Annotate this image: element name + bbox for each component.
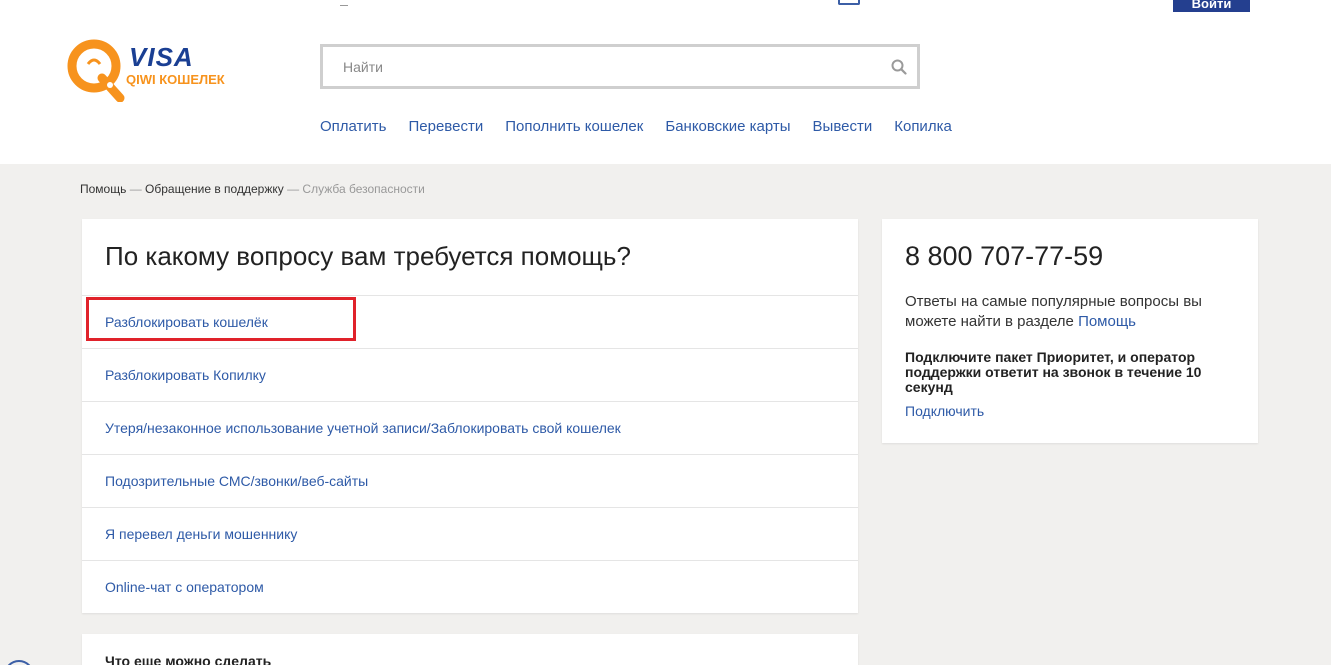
qiwi-visa-logo[interactable]: VISA QIWI КОШЕЛЕК	[66, 38, 266, 102]
breadcrumb: Помощь — Обращение в поддержку — Служба …	[80, 182, 425, 196]
option-unblock-piggy-bank[interactable]: Разблокировать Копилку	[105, 367, 266, 383]
main-nav: Оплатить Перевести Пополнить кошелек Бан…	[320, 118, 974, 135]
priority-text: Подключите пакет Приоритет, и оператор п…	[905, 349, 1202, 395]
search-box[interactable]	[320, 44, 920, 89]
site-header: Войти VISA QIWI КОШЕЛЕК Оплатить Перевес…	[0, 0, 1331, 164]
option-unblock-wallet[interactable]: Разблокировать кошелёк	[105, 314, 268, 330]
qiwi-bird-icon	[67, 39, 125, 102]
breadcrumb-item-help[interactable]: Помощь	[80, 182, 126, 196]
logo-wallet-text: QIWI КОШЕЛЕК	[126, 72, 225, 87]
login-button[interactable]: Войти	[1173, 0, 1250, 12]
wallet-icon[interactable]	[838, 0, 860, 5]
nav-item-bank-cards[interactable]: Банковские карты	[665, 118, 790, 135]
list-item: Утеря/незаконное использование учетной з…	[82, 402, 858, 455]
list-item: Разблокировать кошелёк	[82, 296, 858, 349]
list-item: Подозрительные СМС/звонки/веб-сайты	[82, 455, 858, 508]
topbar-link-fragment[interactable]	[340, 0, 348, 6]
nav-item-pay[interactable]: Оплатить	[320, 118, 387, 135]
contact-card: 8 800 707-77-59 Ответы на самые популярн…	[882, 219, 1258, 443]
list-item: Разблокировать Копилку	[82, 349, 858, 402]
help-topics-card: По какому вопросу вам требуется помощь? …	[82, 219, 858, 613]
nav-item-top-up[interactable]: Пополнить кошелек	[505, 118, 643, 135]
faq-help-link[interactable]: Помощь	[1078, 313, 1136, 330]
more-actions-title: Что еще можно сделать	[105, 653, 272, 665]
nav-item-withdraw[interactable]: Вывести	[813, 118, 873, 135]
page-title: По какому вопросу вам требуется помощь?	[105, 241, 631, 271]
search-input[interactable]	[323, 47, 917, 86]
option-sent-to-fraudster[interactable]: Я перевел деньги мошеннику	[105, 526, 297, 542]
breadcrumb-separator: —	[129, 182, 142, 196]
list-item: Online-чат с оператором	[82, 561, 858, 614]
logo-visa-text: VISA	[129, 42, 194, 72]
breadcrumb-separator: —	[287, 182, 300, 196]
search-icon[interactable]	[891, 59, 907, 75]
option-suspicious-sms[interactable]: Подозрительные СМС/звонки/веб-сайты	[105, 473, 368, 489]
help-topics-list: Разблокировать кошелёк Разблокировать Ко…	[82, 296, 858, 614]
faq-text: Ответы на самые популярные вопросы вы мо…	[905, 293, 1202, 330]
option-online-chat[interactable]: Online-чат с оператором	[105, 579, 264, 595]
breadcrumb-current: Служба безопасности	[302, 182, 425, 196]
breadcrumb-item-support-request[interactable]: Обращение в поддержку	[145, 182, 284, 196]
list-item: Я перевел деньги мошеннику	[82, 508, 858, 561]
nav-item-piggy-bank[interactable]: Копилка	[894, 118, 952, 135]
connect-link[interactable]: Подключить	[905, 403, 984, 419]
nav-item-transfer[interactable]: Перевести	[409, 118, 484, 135]
option-account-misuse[interactable]: Утеря/незаконное использование учетной з…	[105, 420, 621, 436]
chat-circle-icon[interactable]	[4, 660, 34, 665]
more-actions-card: Что еще можно сделать	[82, 634, 858, 665]
support-phone: 8 800 707-77-59	[905, 241, 1104, 271]
